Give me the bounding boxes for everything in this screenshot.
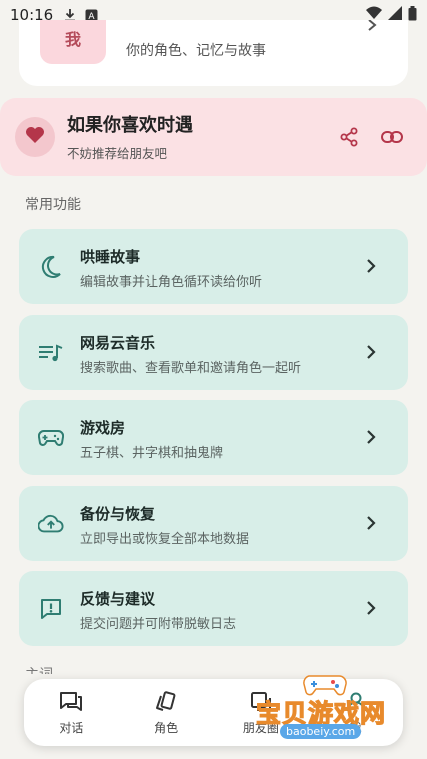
chevron-right-icon <box>360 512 382 534</box>
recommend-subtitle: 不妨推荐给朋友吧 <box>67 146 168 161</box>
feature-game-room[interactable]: 游戏房 五子棋、井字棋和抽鬼牌 <box>19 400 408 475</box>
chat-icon <box>59 690 83 714</box>
feature-bedtime-story[interactable]: 哄睡故事 编辑故事并让角色循环读给你听 <box>19 229 408 304</box>
battery-icon <box>408 5 417 25</box>
feature-title: 哄睡故事 <box>80 248 141 266</box>
nav-label: 角色 <box>154 720 179 735</box>
chevron-right-icon <box>360 426 382 448</box>
recommend-title: 如果你喜欢时遇 <box>67 115 193 136</box>
section-label-common: 常用功能 <box>25 197 81 213</box>
feature-title: 网易云音乐 <box>80 333 156 352</box>
nav-me[interactable]: 我 <box>311 690 401 736</box>
nav-label: 我 <box>349 720 362 735</box>
feature-title: 备份与恢复 <box>80 504 156 523</box>
nav-characters[interactable]: 角色 <box>121 690 211 736</box>
share-icon[interactable] <box>336 124 362 150</box>
me-card[interactable]: 我 你的角色、记忆与故事 <box>19 19 408 86</box>
moments-icon <box>250 690 272 714</box>
chevron-right-icon <box>366 19 380 40</box>
gamepad-icon <box>38 425 64 451</box>
bottom-nav: 对话 角色 朋友圈 我 <box>24 679 403 746</box>
feature-subtitle: 五子棋、井字棋和抽鬼牌 <box>80 446 224 461</box>
recommend-banner: 如果你喜欢时遇 不妨推荐给朋友吧 <box>0 98 427 176</box>
feature-netease-music[interactable]: 网易云音乐 搜索歌曲、查看歌单和邀请角色一起听 <box>19 314 408 390</box>
moon-icon <box>38 254 64 280</box>
cards-icon <box>155 690 177 714</box>
nav-moments[interactable]: 朋友圈 <box>216 690 306 736</box>
section-label-cut: 主词 <box>25 664 53 674</box>
feature-list: 哄睡故事 编辑故事并让角色循环读给你听 网易云音乐 搜索歌曲、查看歌单和邀请角色… <box>19 229 408 657</box>
feature-subtitle: 编辑故事并让角色循环读给你听 <box>80 275 263 290</box>
feature-subtitle: 搜索歌曲、查看歌单和邀请角色一起听 <box>80 360 302 376</box>
feedback-icon <box>38 596 64 622</box>
feature-title: 游戏房 <box>80 419 126 437</box>
feature-backup-restore[interactable]: 备份与恢复 立即导出或恢复全部本地数据 <box>19 485 408 561</box>
feature-subtitle: 提交问题并可附带脱敏日志 <box>80 617 237 632</box>
me-card-subtitle: 你的角色、记忆与故事 <box>126 43 266 59</box>
heart-icon <box>25 126 45 148</box>
chevron-right-icon <box>360 341 382 363</box>
music-list-icon <box>38 340 64 366</box>
chevron-right-icon <box>360 597 382 619</box>
me-icon <box>345 690 367 714</box>
nav-chat[interactable]: 对话 <box>26 690 116 736</box>
link-icon[interactable] <box>379 124 405 150</box>
chevron-right-icon <box>360 255 382 277</box>
cloud-upload-icon <box>38 511 64 537</box>
feature-title: 反馈与建议 <box>80 590 156 608</box>
nav-label: 对话 <box>59 720 84 735</box>
feature-feedback[interactable]: 反馈与建议 提交问题并可附带脱敏日志 <box>19 571 408 646</box>
nav-label: 朋友圈 <box>242 720 279 735</box>
me-avatar: 我 <box>40 20 106 64</box>
feature-subtitle: 立即导出或恢复全部本地数据 <box>80 531 250 547</box>
heart-badge <box>15 117 55 157</box>
